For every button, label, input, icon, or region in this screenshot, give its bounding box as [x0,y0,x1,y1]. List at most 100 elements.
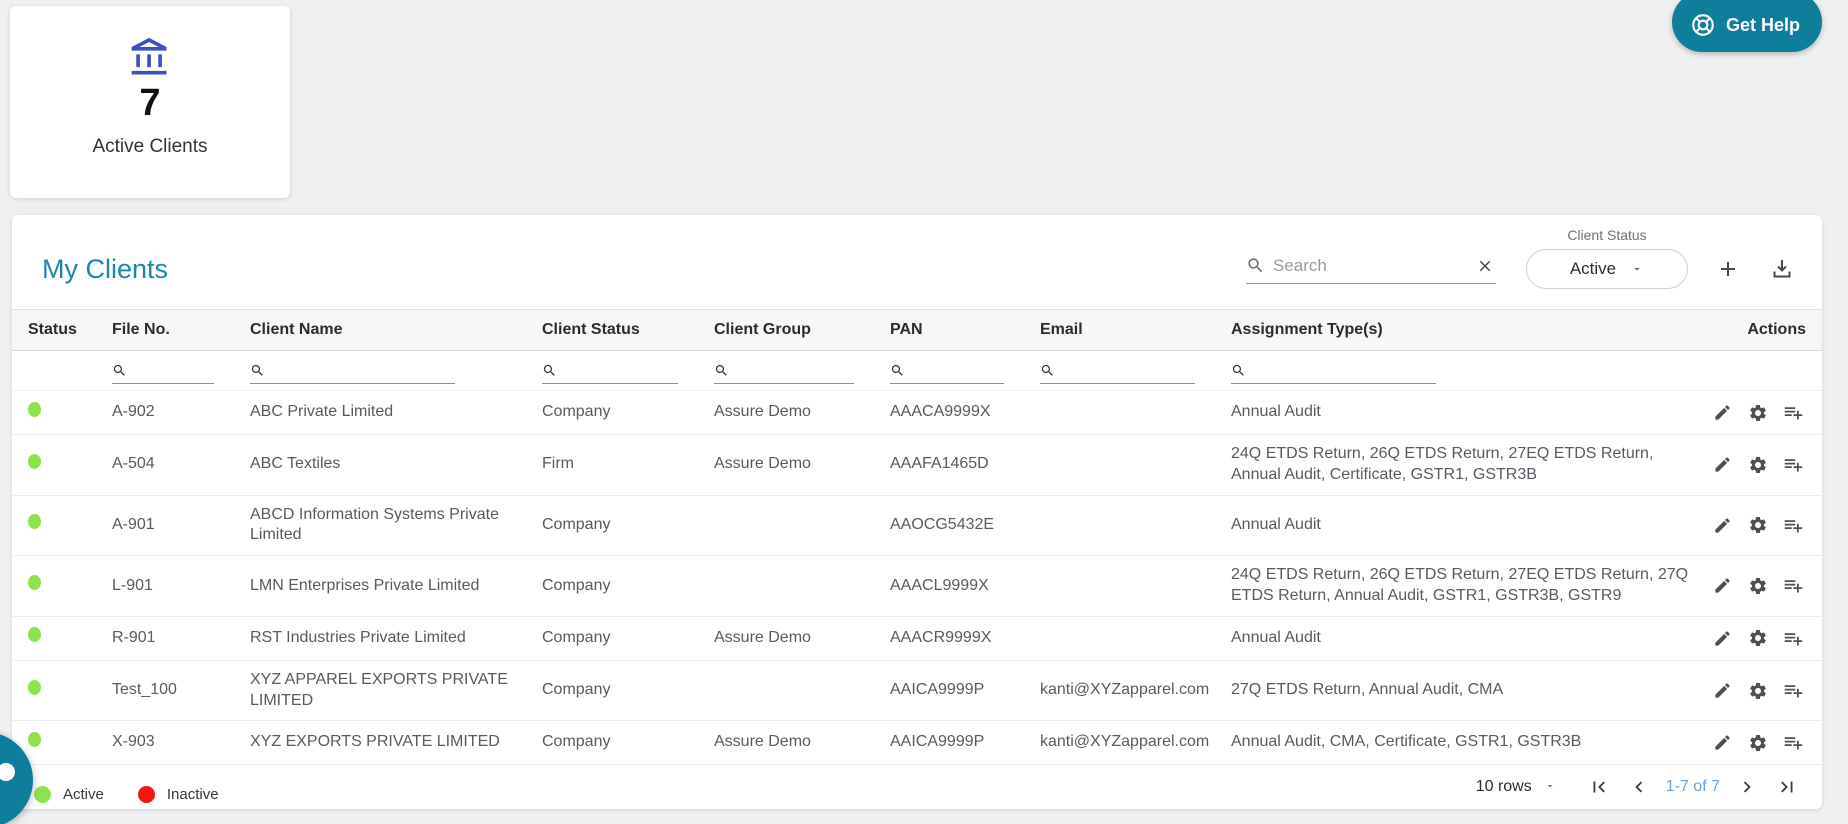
search-icon [112,363,127,378]
add-assignment-icon[interactable] [1781,626,1806,651]
inactive-dot-icon [137,786,155,803]
cell-assignment-types: 24Q ETDS Return, 26Q ETDS Return, 27EQ E… [1231,434,1702,496]
cell-file-no: X-903 [112,720,250,766]
cell-assignment-types: 27Q ETDS Return, Annual Audit, CMA [1231,660,1702,722]
cell-client-group: Assure Demo [714,720,890,766]
cell-email [1040,616,1231,661]
cell-client-group: Assure Demo [714,616,890,661]
clear-search-icon[interactable] [1474,255,1496,277]
add-assignment-icon[interactable] [1781,678,1806,703]
status-dot-icon [28,514,41,530]
client-settings-icon[interactable] [1746,453,1770,477]
filter-file-no-input[interactable] [133,361,214,378]
table-row[interactable]: R-901 RST Industries Private Limited Com… [12,616,1822,661]
edit-client-icon[interactable] [1711,627,1734,650]
client-settings-icon[interactable] [1746,731,1770,755]
table-row[interactable]: L-901 LMN Enterprises Private Limited Co… [12,555,1822,617]
table-row[interactable]: A-901 ABCD Information Systems Private L… [12,495,1822,557]
cell-email: kanti@XYZapparel.com [1040,660,1231,722]
rows-per-page-select[interactable]: 10 rows [1476,778,1556,796]
col-email: Email [1040,321,1083,338]
filter-actions-empty [1702,350,1822,391]
filter-pan[interactable] [890,361,1004,384]
previous-page-button[interactable] [1626,774,1652,800]
cell-client-status: Company [542,555,714,617]
cell-client-group [714,660,890,722]
active-clients-card[interactable]: 7 Active Clients [10,6,290,198]
client-settings-icon[interactable] [1746,513,1770,537]
add-assignment-icon[interactable] [1781,513,1806,538]
filter-email-input[interactable] [1061,361,1195,378]
edit-client-icon[interactable] [1711,401,1734,424]
search-icon [1246,256,1265,275]
client-status-filter-label: Client Status [1567,227,1647,243]
client-settings-icon[interactable] [1746,401,1770,425]
cell-client-status: Company [542,390,714,435]
filter-client-name[interactable] [250,361,455,384]
status-dot-icon [28,575,41,591]
filter-assignment-types-input[interactable] [1252,361,1436,378]
col-pan: PAN [890,321,923,338]
cell-pan: AAICA9999P [890,660,1040,722]
add-assignment-icon[interactable] [1781,730,1806,755]
chat-dot-icon [0,763,15,781]
cell-assignment-types: Annual Audit [1231,390,1702,435]
edit-client-icon[interactable] [1711,453,1734,476]
client-settings-icon[interactable] [1746,679,1770,703]
filter-email[interactable] [1040,361,1195,384]
search-icon [250,363,265,378]
next-page-button[interactable] [1734,774,1760,800]
add-assignment-icon[interactable] [1781,400,1806,425]
cell-client-group: Assure Demo [714,434,890,496]
col-file-no: File No. [112,321,170,338]
search-icon [890,363,905,378]
client-settings-icon[interactable] [1746,574,1770,598]
status-dot-icon [28,453,41,469]
filter-file-no[interactable] [112,361,214,384]
cell-assignment-types: Annual Audit [1231,616,1702,661]
cell-client-name: XYZ EXPORTS PRIVATE LIMITED [250,720,542,766]
filter-client-group[interactable] [714,361,854,384]
cell-client-name: LMN Enterprises Private Limited [250,555,542,617]
download-icon[interactable] [1768,255,1796,283]
cell-assignment-types: Annual Audit [1231,495,1702,557]
edit-client-icon[interactable] [1711,679,1734,702]
table-row[interactable]: X-903 XYZ EXPORTS PRIVATE LIMITED Compan… [12,720,1822,766]
column-filter-row [12,350,1822,391]
filter-client-status[interactable] [542,361,678,384]
add-assignment-icon[interactable] [1781,573,1806,598]
table-row[interactable]: A-504 ABC Textiles Firm Assure Demo AAAF… [12,434,1822,496]
filter-pan-input[interactable] [911,361,1004,378]
edit-client-icon[interactable] [1711,574,1734,597]
cell-assignment-types: Annual Audit, CMA, Certificate, GSTR1, G… [1231,720,1702,766]
cell-email [1040,434,1231,496]
col-client-status: Client Status [542,321,640,338]
get-help-button[interactable]: Get Help [1671,0,1822,52]
search-icon [1040,363,1055,378]
active-clients-label: Active Clients [92,135,208,157]
edit-client-icon[interactable] [1711,514,1734,537]
edit-client-icon[interactable] [1711,731,1734,754]
cell-pan: AAAFA1465D [890,434,1040,496]
cell-assignment-types: 24Q ETDS Return, 26Q ETDS Return, 27EQ E… [1231,555,1702,617]
cell-file-no: A-504 [112,434,250,496]
filter-client-name-input[interactable] [271,361,455,378]
filter-client-status-input[interactable] [563,361,678,378]
first-page-button[interactable] [1586,774,1612,800]
global-search[interactable] [1246,255,1496,284]
add-client-button[interactable] [1714,255,1742,283]
search-input[interactable] [1273,255,1466,276]
table-header-row: Status File No. Client Name Client Statu… [12,309,1822,351]
client-settings-icon[interactable] [1746,626,1770,650]
panel-toolbar: My Clients Client Status Active [12,215,1822,309]
my-clients-panel: My Clients Client Status Active [12,215,1822,810]
table-row[interactable]: A-902 ABC Private Limited Company Assure… [12,390,1822,435]
filter-assignment-types[interactable] [1231,361,1436,384]
legend-inactive: Inactive [137,786,219,803]
last-page-button[interactable] [1774,774,1800,800]
client-status-select[interactable]: Active [1526,249,1688,289]
table-row[interactable]: Test_100 XYZ APPAREL EXPORTS PRIVATE LIM… [12,660,1822,722]
cell-client-name: RST Industries Private Limited [250,616,542,661]
filter-client-group-input[interactable] [735,361,854,378]
add-assignment-icon[interactable] [1781,452,1806,477]
